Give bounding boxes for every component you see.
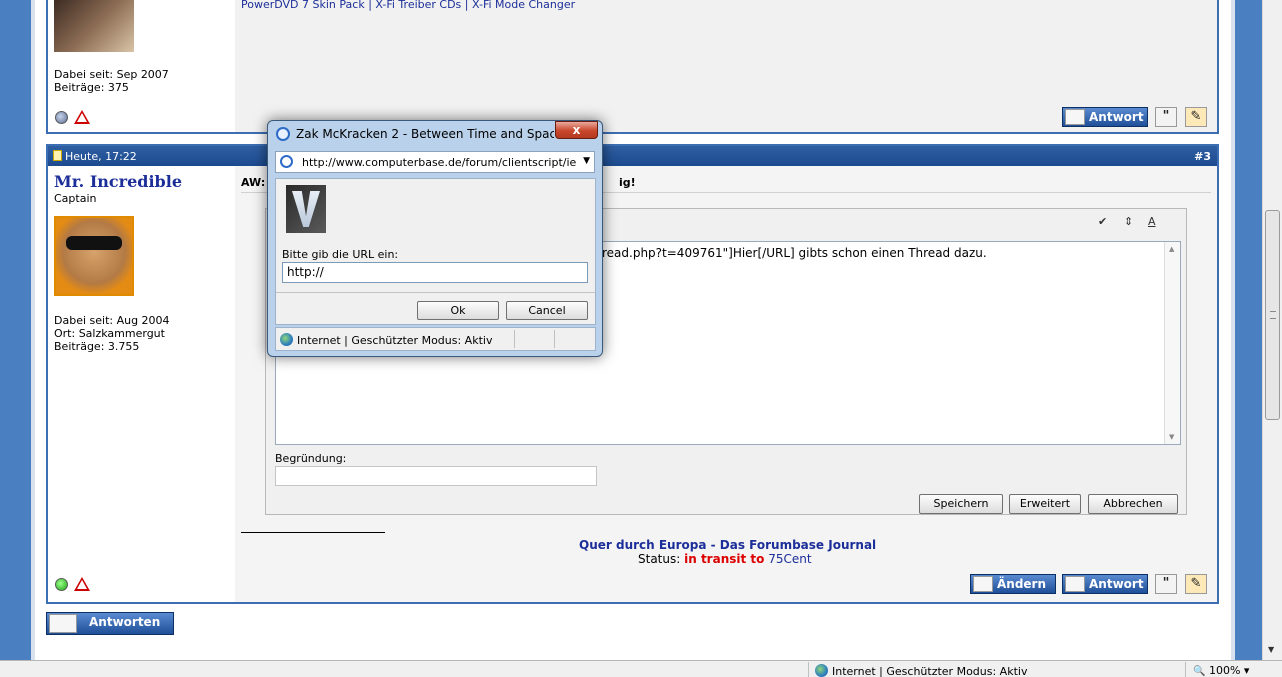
user-joined: Dabei seit: Sep 2007 [54, 68, 169, 81]
status-prefix: Status: [638, 552, 685, 566]
forum-post: Dabei seit: Sep 2007 Beiträge: 375 Power… [46, 0, 1219, 134]
status-destination-link[interactable]: 75Cent [764, 552, 811, 566]
globe-icon [815, 664, 828, 677]
reason-input[interactable] [275, 466, 597, 486]
close-button[interactable]: x [555, 121, 598, 139]
page-icon [280, 155, 293, 168]
scroll-up-icon[interactable]: ▲ [1169, 245, 1174, 253]
font-size-icon[interactable]: A [1148, 215, 1156, 228]
vertical-scrollbar[interactable]: ▼ [1262, 0, 1282, 660]
page-frame-left [0, 0, 31, 660]
popup-security-zone: Internet | Geschützter Modus: Aktiv [280, 333, 492, 347]
user-location: Ort: Salzkammergut [54, 327, 165, 340]
scroll-down-icon[interactable]: ▼ [1268, 645, 1274, 654]
status-separator [514, 330, 515, 348]
chevron-down-icon[interactable]: ▼ [583, 156, 590, 166]
user-post-count: Beiträge: 3.755 [54, 340, 140, 353]
reply-button[interactable]: Antwort [1062, 574, 1148, 594]
internet-explorer-icon [276, 127, 290, 141]
avatar [54, 216, 134, 296]
avatar [54, 0, 134, 52]
edit-button[interactable]: Ändern [970, 574, 1056, 594]
post-header: Heute, 17:22 #3 [48, 146, 1217, 166]
status-separator [1185, 662, 1186, 677]
quote-icon[interactable]: " [1155, 574, 1177, 594]
post-date: Heute, 17:22 [65, 150, 137, 163]
zoom-icon: 🔍 [1193, 666, 1206, 677]
signature-status: Status: in transit to 75Cent [638, 552, 812, 566]
resize-icon[interactable]: ⇕ [1124, 215, 1133, 228]
dialog-divider [276, 292, 595, 293]
spellcheck-icon[interactable]: ✔ [1098, 215, 1107, 228]
user-joined: Dabei seit: Aug 2004 [54, 314, 170, 327]
reply-to-thread-button[interactable]: Antworten [46, 612, 174, 635]
post-user-sidebar: Mr. Incredible Captain Dabei seit: Aug 2… [48, 166, 235, 602]
reply-icon [1065, 576, 1085, 592]
status-separator [554, 330, 555, 348]
grip-icon [1270, 311, 1276, 319]
user-title: Captain [54, 192, 97, 205]
advanced-button[interactable]: Erweitert [1009, 494, 1081, 514]
status-separator [808, 662, 809, 677]
popup-status-bar: Internet | Geschützter Modus: Aktiv [275, 327, 596, 351]
user-post-count: Beiträge: 375 [54, 81, 129, 94]
post-subject-end: ig! [619, 176, 636, 189]
url-input[interactable]: http:// [282, 262, 588, 283]
post-number-link[interactable]: #3 [1194, 150, 1211, 163]
post-subject-start: AW: [241, 176, 266, 189]
post-user-sidebar: Dabei seit: Sep 2007 Beiträge: 375 [48, 0, 235, 132]
offline-status-icon [55, 111, 68, 124]
security-zone[interactable]: Internet | Geschützter Modus: Aktiv [815, 664, 1027, 677]
ok-button[interactable]: Ok [417, 301, 499, 320]
reply-icon [49, 614, 77, 633]
username-link[interactable]: Mr. Incredible [54, 172, 182, 191]
forum-post: Heute, 17:22 #3 Mr. Incredible Captain D… [46, 144, 1219, 604]
url-prompt-label: Bitte gib die URL ein: [282, 248, 399, 261]
online-status-icon [55, 578, 68, 591]
post-document-icon [53, 150, 62, 161]
site-logo [286, 185, 326, 233]
window-title: Zak McKracken 2 - Between Time and Space… [296, 127, 554, 141]
signature-journal-link[interactable]: Quer durch Europa - Das Forumbase Journa… [579, 538, 876, 552]
reason-label: Begründung: [275, 452, 347, 465]
message-text: read.php?t=409761"]Hier[/URL] gibts scho… [602, 246, 987, 260]
prompt-body: Bitte gib die URL ein: http:// Ok Cancel [275, 178, 596, 325]
edit-icon [973, 576, 993, 592]
quick-reply-icon[interactable]: ✎ [1185, 107, 1207, 127]
save-button[interactable]: Speichern [919, 494, 1003, 514]
address-url: http://www.computerbase.de/forum/clients… [302, 156, 577, 169]
report-icon[interactable] [74, 110, 90, 124]
page-frame-right [1235, 0, 1262, 660]
quick-reply-icon[interactable]: ✎ [1185, 574, 1207, 594]
scrollbar-thumb[interactable] [1265, 210, 1280, 420]
quote-icon[interactable]: " [1155, 107, 1177, 127]
report-icon[interactable] [74, 577, 90, 591]
reply-button[interactable]: Antwort [1062, 107, 1148, 127]
forum-page: Dabei seit: Sep 2007 Beiträge: 375 Power… [35, 0, 1231, 660]
signature-divider [241, 532, 385, 533]
post-content: PowerDVD 7 Skin Pack | X-Fi Treiber CDs … [235, 0, 1217, 132]
logo-mark [292, 191, 320, 227]
scroll-down-icon[interactable]: ▼ [1169, 433, 1174, 441]
signature-links[interactable]: PowerDVD 7 Skin Pack | X-Fi Treiber CDs … [241, 0, 575, 11]
address-bar[interactable]: http://www.computerbase.de/forum/clients… [275, 151, 595, 173]
reply-icon [1065, 109, 1085, 125]
status-transit: in transit to [684, 552, 765, 566]
zoom-level[interactable]: 🔍 100% ▾ [1193, 664, 1249, 677]
browser-status-bar: Internet | Geschützter Modus: Aktiv 🔍 10… [0, 660, 1282, 677]
cancel-edit-button[interactable]: Abbrechen [1088, 494, 1178, 514]
avatar-mask [66, 236, 122, 250]
url-prompt-window: Zak McKracken 2 - Between Time and Space… [267, 120, 603, 357]
globe-icon [280, 333, 293, 346]
textarea-scrollbar[interactable]: ▲ ▼ [1164, 242, 1180, 444]
cancel-button[interactable]: Cancel [506, 301, 588, 320]
